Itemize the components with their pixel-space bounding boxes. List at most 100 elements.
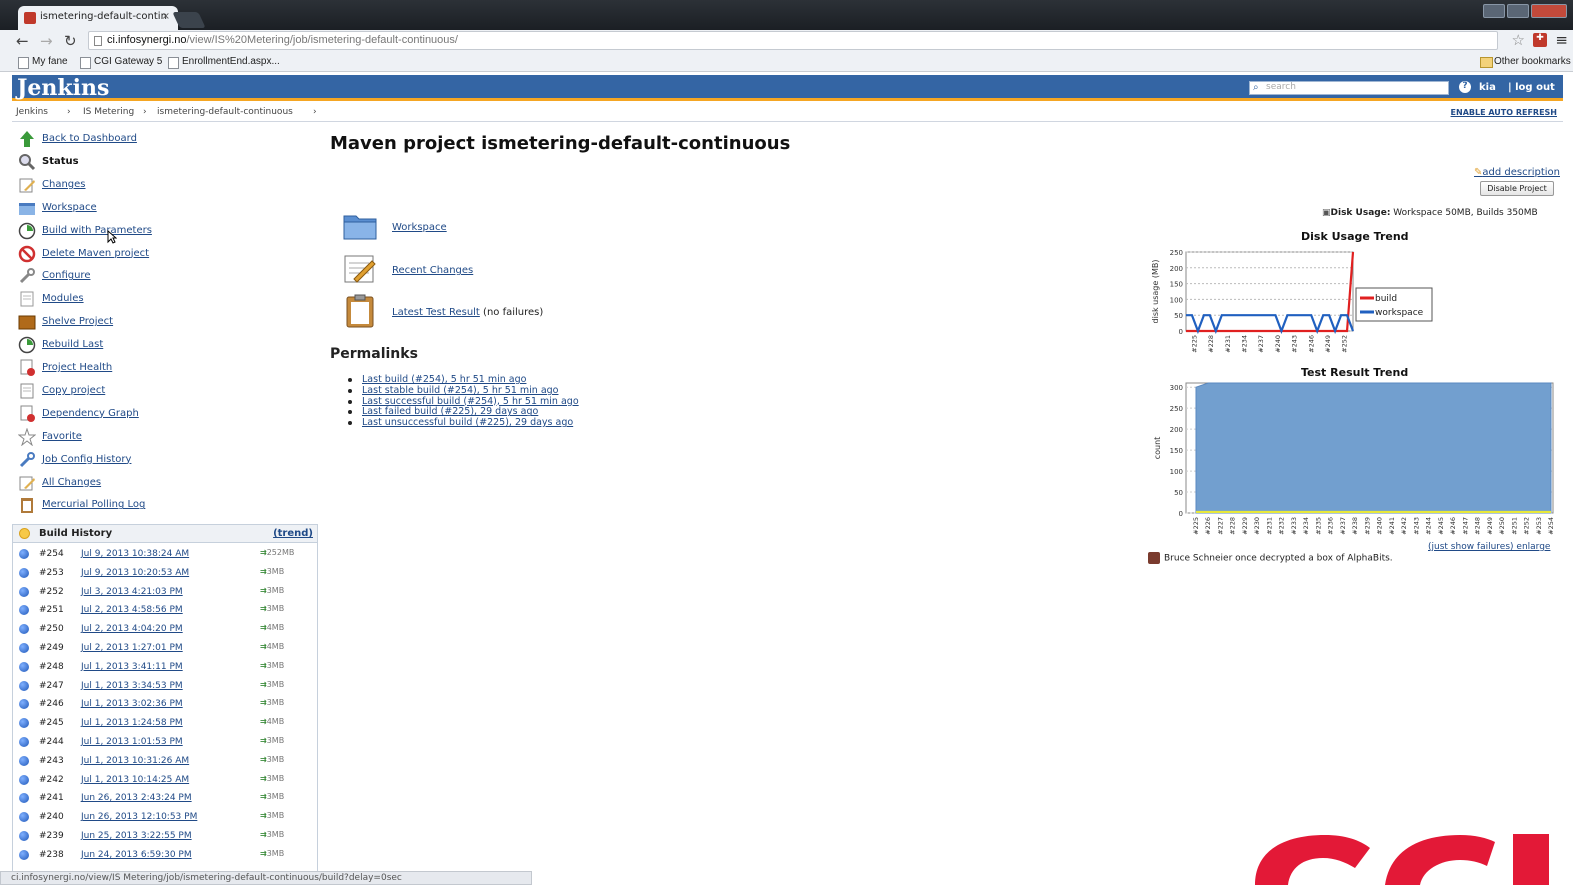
sidebar-item-delete-maven-project[interactable]: Delete Maven project — [18, 245, 318, 265]
back-arrow-icon[interactable]: ← — [16, 32, 29, 50]
build-status-blue-ball-icon[interactable] — [19, 755, 29, 766]
breadcrumb-job[interactable]: ismetering-default-continuous — [157, 107, 293, 117]
tab-close-icon[interactable]: × — [162, 11, 170, 22]
sidebar-item-shelve-project[interactable]: Shelve Project — [18, 313, 318, 333]
build-date-link[interactable]: Jun 25, 2013 3:22:55 PM — [81, 831, 192, 841]
build-status-blue-ball-icon[interactable] — [19, 680, 29, 691]
sidebar-item-job-config-history[interactable]: Job Config History — [18, 451, 318, 471]
console-output-icon[interactable]: ⇉ — [260, 623, 267, 632]
build-date-link[interactable]: Jul 2, 2013 1:27:01 PM — [81, 643, 183, 653]
enable-auto-refresh-link[interactable]: ENABLE AUTO REFRESH — [1451, 108, 1557, 117]
build-history-trend-link[interactable]: (trend) — [273, 528, 313, 539]
build-status-blue-ball-icon[interactable] — [19, 718, 29, 729]
console-output-icon[interactable]: ⇉ — [260, 586, 267, 595]
build-date-link[interactable]: Jun 26, 2013 2:43:24 PM — [81, 793, 192, 803]
build-date-link[interactable]: Jul 1, 2013 10:31:26 AM — [81, 756, 189, 766]
sidebar-item-modules[interactable]: Modules — [18, 290, 318, 310]
sidebar-item-changes[interactable]: Changes — [18, 176, 318, 196]
browser-tab[interactable]: ismetering-default-contin × — [18, 6, 178, 30]
console-output-icon[interactable]: ⇉ — [260, 830, 267, 839]
permalink-item[interactable]: Last successful build (#254), 5 hr 51 mi… — [348, 396, 579, 407]
console-output-icon[interactable]: ⇉ — [260, 661, 267, 670]
breadcrumb-jenkins[interactable]: Jenkins — [16, 107, 48, 117]
test-trend-links[interactable]: (just show failures) enlarge — [1428, 542, 1550, 552]
console-output-icon[interactable]: ⇉ — [260, 774, 267, 783]
reload-icon[interactable]: ↻ — [64, 32, 77, 50]
console-output-icon[interactable]: ⇉ — [260, 567, 267, 576]
sidebar-item-favorite[interactable]: Favorite — [18, 427, 318, 448]
console-output-icon[interactable]: ⇉ — [260, 736, 267, 745]
build-status-blue-ball-icon[interactable] — [19, 849, 29, 860]
sidebar-item-build-with-parameters[interactable]: Build with Parameters — [18, 222, 318, 242]
recent-changes-link[interactable]: Recent Changes — [392, 265, 473, 276]
extension-icon[interactable]: ✚ — [1533, 33, 1547, 47]
build-date-link[interactable]: Jul 1, 2013 3:02:36 PM — [81, 699, 183, 709]
build-date-link[interactable]: Jul 9, 2013 10:38:24 AM — [81, 549, 189, 559]
build-status-blue-ball-icon[interactable] — [19, 624, 29, 635]
sidebar-item-rebuild-last[interactable]: Rebuild Last — [18, 336, 318, 356]
sidebar-item-copy-project[interactable]: Copy project — [18, 382, 318, 402]
build-date-link[interactable]: Jul 1, 2013 10:14:25 AM — [81, 775, 189, 785]
build-status-blue-ball-icon[interactable] — [19, 774, 29, 785]
build-status-blue-ball-icon[interactable] — [19, 605, 29, 616]
latest-test-result-link[interactable]: Latest Test Result — [392, 307, 480, 318]
build-status-blue-ball-icon[interactable] — [19, 737, 29, 747]
sidebar-item-configure[interactable]: Configure — [18, 267, 318, 287]
console-output-icon[interactable]: ⇉ — [260, 811, 267, 820]
maximize-button[interactable] — [1507, 4, 1529, 18]
sidebar-item-dependency-graph[interactable]: Dependency Graph — [18, 405, 318, 425]
other-bookmarks-folder[interactable]: Other bookmarks — [1480, 56, 1571, 68]
build-date-link[interactable]: Jul 1, 2013 1:24:58 PM — [81, 718, 183, 728]
console-output-icon[interactable]: ⇉ — [260, 680, 267, 689]
logout-link[interactable]: | log out — [1508, 82, 1555, 93]
build-date-link[interactable]: Jun 24, 2013 6:59:30 PM — [81, 850, 192, 860]
sidebar-item-all-changes[interactable]: All Changes — [18, 474, 318, 494]
build-status-blue-ball-icon[interactable] — [19, 643, 29, 653]
build-status-blue-ball-icon[interactable] — [19, 699, 29, 710]
build-status-blue-ball-icon[interactable] — [19, 549, 29, 559]
build-date-link[interactable]: Jul 1, 2013 3:34:53 PM — [81, 681, 183, 691]
build-date-link[interactable]: Jul 1, 2013 1:01:53 PM — [81, 737, 183, 747]
build-date-link[interactable]: Jul 1, 2013 3:41:11 PM — [81, 662, 183, 672]
forward-arrow-icon[interactable]: → — [40, 32, 53, 50]
build-status-blue-ball-icon[interactable] — [19, 661, 29, 672]
chrome-menu-icon[interactable]: ≡ — [1555, 31, 1568, 49]
build-date-link[interactable]: Jul 2, 2013 4:58:56 PM — [81, 605, 183, 615]
console-output-icon[interactable]: ⇉ — [260, 849, 267, 858]
console-output-icon[interactable]: ⇉ — [260, 792, 267, 801]
permalink-item[interactable]: Last unsuccessful build (#225), 29 days … — [348, 417, 579, 428]
main-link-workspace[interactable]: Workspace — [342, 208, 742, 246]
console-output-icon[interactable]: ⇉ — [260, 548, 267, 557]
bookmark-item[interactable]: CGI Gateway 5 — [80, 56, 162, 69]
bookmark-star-icon[interactable]: ☆ — [1512, 31, 1525, 49]
breadcrumb-view[interactable]: IS Metering — [83, 107, 134, 117]
add-description-link[interactable]: ✎add description — [1474, 167, 1560, 178]
permalink-item[interactable]: Last failed build (#225), 29 days ago — [348, 406, 579, 417]
sidebar-item-workspace[interactable]: Workspace — [18, 199, 318, 219]
minimize-button[interactable] — [1483, 4, 1505, 18]
main-link-latest-test-result[interactable]: Latest Test Result (no failures) — [342, 293, 742, 331]
build-date-link[interactable]: Jun 26, 2013 12:10:53 PM — [81, 812, 197, 822]
user-link[interactable]: kia — [1479, 82, 1496, 93]
window-close-button[interactable] — [1531, 4, 1567, 18]
address-bar[interactable]: ci.infosynergi.no/view/IS%20Metering/job… — [88, 31, 1498, 50]
build-status-blue-ball-icon[interactable] — [19, 793, 29, 804]
test-result-chart[interactable]: 0 50 100 150 200 250 300 count #225 #226 #227 #228 #… — [1148, 380, 1563, 540]
workspace-link[interactable]: Workspace — [392, 222, 447, 233]
search-input[interactable]: ⌕ search — [1249, 81, 1449, 95]
sidebar-item-project-health[interactable]: Project Health — [18, 359, 318, 379]
disable-project-button[interactable]: Disable Project — [1480, 181, 1554, 196]
permalink-item[interactable]: Last stable build (#254), 5 hr 51 min ag… — [348, 385, 579, 396]
console-output-icon[interactable]: ⇉ — [260, 698, 267, 707]
console-output-icon[interactable]: ⇉ — [260, 755, 267, 764]
main-link-recent-changes[interactable]: Recent Changes — [342, 251, 742, 289]
console-output-icon[interactable]: ⇉ — [260, 604, 267, 613]
sidebar-item-mercurial-polling-log[interactable]: Mercurial Polling Log — [18, 496, 318, 516]
build-date-link[interactable]: Jul 3, 2013 4:21:03 PM — [81, 587, 183, 597]
jenkins-logo[interactable]: Jenkins — [17, 75, 109, 101]
build-status-blue-ball-icon[interactable] — [19, 831, 29, 841]
sidebar-item-back-to-dashboard[interactable]: Back to Dashboard — [18, 130, 318, 150]
console-output-icon[interactable]: ⇉ — [260, 717, 267, 726]
permalink-item[interactable]: Last build (#254), 5 hr 51 min ago — [348, 374, 579, 385]
help-icon[interactable]: ? — [1459, 81, 1471, 93]
